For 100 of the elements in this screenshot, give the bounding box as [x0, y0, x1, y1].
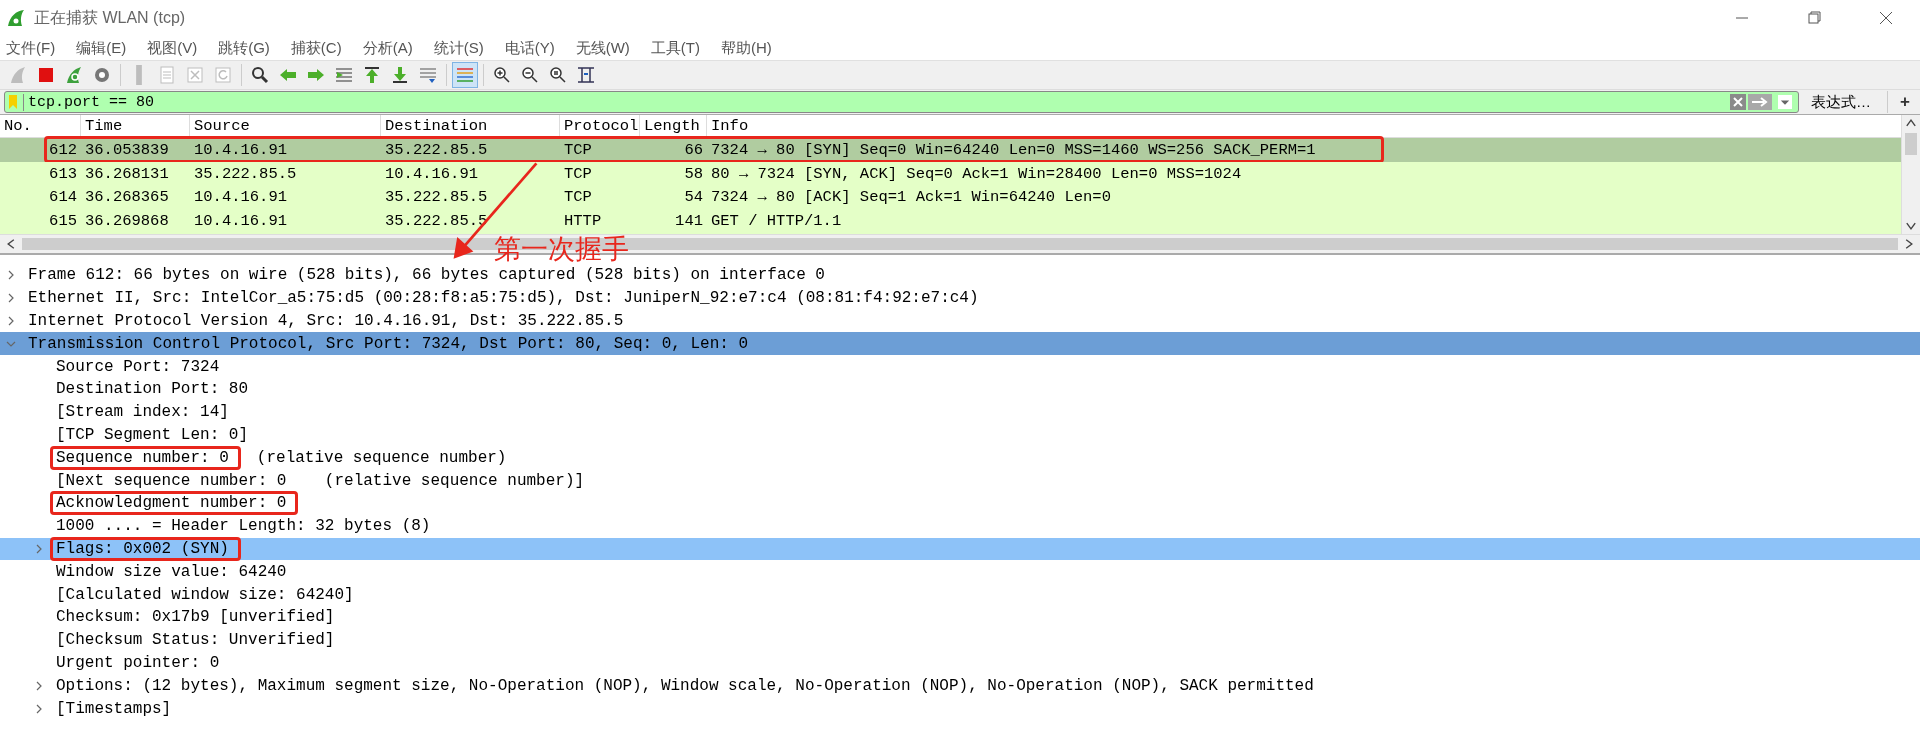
table-cell-text: 58: [683, 164, 704, 183]
scroll-thumb[interactable]: [1905, 133, 1917, 155]
tree-row[interactable]: Ethernet II, Src: IntelCor_a5:75:d5 (00:28:f8:a5:75:d5), Dst: JuniperN_92:e7:c4 (08:81:f4:92:e7:c4): [0, 286, 1920, 310]
tree-row[interactable]: Internet Protocol Version 4, Src: 10.4.16.91, Dst: 35.222.85.5: [0, 309, 1920, 333]
bar-icon: [136, 65, 142, 85]
menu-item[interactable]: 分析(A): [360, 38, 415, 58]
table-cell-text: 36.053839: [84, 140, 170, 159]
table-cell-text: 615: [48, 211, 78, 230]
document-x-icon: [185, 65, 205, 85]
display-filter-field[interactable]: tcp.port == 80: [4, 91, 1800, 113]
table-cell-text: 54: [683, 188, 704, 207]
tree-row[interactable]: Flags: 0x002 (SYN): [0, 537, 1920, 561]
columns-icon: [576, 65, 596, 85]
up-arrow-icon: [362, 65, 382, 85]
packet-row[interactable]: 614 36.268365 10.4.16.91 35.222.85.5 TCP 54 7324 → 80 [ACK] Seq=1 Ack=1 Win=64240 Len=0: [0, 185, 1901, 210]
table-cell-text: 613: [48, 164, 78, 183]
tree-row[interactable]: Transmission Control Protocol, Src Port: 7324, Dst Port: 80, Seq: 0, Len: 0: [0, 332, 1920, 356]
shark-fin-icon: [8, 65, 28, 85]
menu-item[interactable]: 文件(F): [4, 38, 58, 58]
menu-item[interactable]: 编辑(E): [74, 38, 129, 58]
document-icon: [157, 65, 177, 85]
table-cell-text: 35.222.85.5: [384, 188, 489, 207]
tree-row[interactable]: Window size value: 64240: [0, 560, 1920, 584]
table-cell-text: GET / HTTP/1.1: [710, 211, 843, 230]
reload-icon: [213, 65, 233, 85]
menu-item[interactable]: 统计(S): [431, 38, 486, 58]
packet-row[interactable]: 613 36.268131 35.222.85.5 10.4.16.91 TCP 58 80 → 7324 [SYN, ACK] Seq=0 Ack=1 Win=28400 Len=0 MSS=1024: [0, 161, 1901, 186]
table-cell-text: 10.4.16.91: [193, 211, 288, 230]
expander-icon[interactable]: [6, 270, 16, 281]
column-header[interactable]: Source: [190, 115, 381, 137]
zoom-in-icon: [492, 65, 512, 85]
table-cell-text: 36.268365: [84, 188, 170, 207]
table-cell-text: 36.268131: [84, 164, 170, 183]
menu-item[interactable]: 视图(V): [145, 38, 200, 58]
tree-row[interactable]: Destination Port: 80: [0, 378, 1920, 401]
table-cell-text: TCP: [563, 140, 593, 159]
tree-row[interactable]: 1000 .... = Header Length: 32 bytes (8): [0, 514, 1920, 538]
expression-button[interactable]: 表达式…: [1799, 92, 1884, 112]
expander-icon[interactable]: [6, 293, 16, 304]
expander-icon[interactable]: [34, 680, 44, 691]
stop-icon: [36, 65, 56, 85]
expander-icon[interactable]: [34, 703, 44, 714]
expander-icon[interactable]: [6, 316, 16, 326]
column-header[interactable]: Length: [640, 115, 707, 137]
tree-row[interactable]: Checksum: 0x17b9 [unverified]: [0, 605, 1920, 629]
table-cell-text: 10.4.16.91: [384, 164, 479, 183]
tree-row[interactable]: [Checksum Status: Unverified]: [0, 628, 1920, 652]
scrollbar[interactable]: [1901, 115, 1920, 234]
tree-row[interactable]: [Timestamps]: [0, 697, 1920, 720]
menu-item[interactable]: 跳转(G): [216, 38, 272, 58]
dropdown-icon[interactable]: [1778, 95, 1793, 109]
tree-row[interactable]: Sequence number: 0 (relative sequence number): [0, 446, 1920, 470]
table-cell-text: 35.222.85.5: [384, 140, 489, 159]
table-cell-text: 141: [674, 211, 704, 230]
table-cell-text: 10.4.16.91: [193, 140, 288, 159]
list-scroll-icon: [418, 65, 438, 85]
table-cell-text: 35.222.85.5: [193, 164, 298, 183]
column-header[interactable]: Destination: [381, 115, 560, 137]
menu-item[interactable]: 工具(T): [648, 38, 702, 58]
magnifier-icon: [548, 65, 568, 85]
add-button[interactable]: +: [1892, 92, 1918, 112]
column-header[interactable]: Protocol: [560, 115, 640, 137]
tree-row[interactable]: Acknowledgment number: 0: [0, 491, 1920, 515]
tree-row[interactable]: Options: (12 bytes), Maximum segment size, No-Operation (NOP), Window scale, No-Operation (NOP), No-Operation (NOP), SACK permitted: [0, 674, 1920, 698]
window-title: 正在捕获 WLAN (tcp): [34, 7, 186, 28]
column-header[interactable]: Time: [81, 115, 190, 137]
zoom-out-icon: [520, 65, 540, 85]
gear-icon: [92, 65, 112, 85]
tree-row[interactable]: [Calculated window size: 64240]: [0, 583, 1920, 606]
column-header[interactable]: No.: [0, 115, 81, 137]
tree-row[interactable]: Urgent pointer: 0: [0, 651, 1920, 675]
down-arrow-icon: [390, 65, 410, 85]
table-cell-text: 7324 → 80 [SYN] Seq=0 Win=64240 Len=0 MSS=1460 WS=256 SACK_PERM=1: [710, 140, 1317, 159]
menu-item[interactable]: 捕获(C): [288, 38, 344, 58]
annotation-label: 第一次握手: [494, 236, 629, 263]
colored-lines-icon: [455, 65, 475, 85]
tree-row[interactable]: [Stream index: 14]: [0, 400, 1920, 424]
menu-item[interactable]: 无线(W): [573, 38, 632, 58]
tree-row[interactable]: [Next sequence number: 0 (relative sequence number)]: [0, 469, 1920, 492]
packet-row[interactable]: 615 36.269868 10.4.16.91 35.222.85.5 HTTP 141 GET / HTTP/1.1: [0, 209, 1901, 233]
table-cell-text: 7324 → 80 [ACK] Seq=1 Ack=1 Win=64240 Len=0: [710, 188, 1112, 207]
shark-fin-icon: [6, 8, 26, 28]
table-cell-text: 35.222.85.5: [384, 211, 489, 230]
menu-item[interactable]: 帮助(H): [718, 38, 774, 58]
tree-row[interactable]: Source Port: 7324: [0, 355, 1920, 378]
table-cell-text: 66: [683, 140, 704, 159]
expander-icon[interactable]: [34, 543, 44, 554]
table-cell-text: 612: [48, 140, 78, 159]
tree-row[interactable]: Frame 612: 66 bytes on wire (528 bits), 66 bytes captured (528 bits) on interface 0: [0, 264, 1920, 287]
packet-row[interactable]: 612 36.053839 10.4.16.91 35.222.85.5 TCP 66 7324 → 80 [SYN] Seq=0 Win=64240 Len=0 MSS=1460 WS=256 SACK_PERM=1: [0, 138, 1901, 162]
clear-icon[interactable]: [1730, 94, 1747, 110]
tree-row[interactable]: [TCP Segment Len: 0]: [0, 423, 1920, 447]
column-header[interactable]: Info: [707, 115, 1901, 137]
menu-item[interactable]: 电话(Y): [502, 38, 557, 58]
table-cell-text: TCP: [563, 164, 593, 183]
shark-fin-icon: [64, 65, 84, 85]
list-arrow-icon: [334, 65, 354, 85]
table-cell-text: 80 → 7324 [SYN, ACK] Seq=0 Ack=1 Win=28400 Len=0 MSS=1024: [710, 164, 1243, 183]
search-icon: [250, 65, 270, 85]
table-cell-text: 10.4.16.91: [193, 188, 288, 207]
